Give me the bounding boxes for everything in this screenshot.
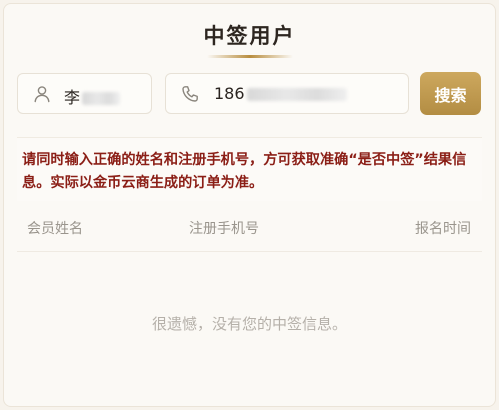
phone-field[interactable]: 186: [165, 73, 409, 114]
search-button[interactable]: 搜索: [420, 72, 481, 115]
user-icon: [34, 86, 50, 103]
page-title: 中签用户: [203, 24, 296, 48]
table-header: 会员姓名 注册手机号 报名时间: [17, 218, 482, 240]
title-underline: [207, 55, 293, 58]
column-member-name: 会员姓名: [27, 221, 83, 237]
column-phone: 注册手机号: [189, 221, 259, 237]
query-card: [3, 3, 496, 407]
phone-value: 186: [214, 84, 245, 103]
name-value: 李: [64, 88, 81, 107]
notice-text: 请同时输入正确的姓名和注册手机号，方可获取准确“是否中签”结果信息。实际以金币云…: [17, 137, 482, 201]
phone-icon: [182, 86, 198, 102]
column-signup-time: 报名时间: [415, 221, 471, 237]
name-field[interactable]: 李: [17, 73, 152, 114]
masked-phone: [246, 88, 347, 101]
empty-state-message: 很遗憾，没有您的中签信息。: [151, 315, 347, 333]
table-divider: [17, 251, 482, 252]
name-input-value: 李: [64, 84, 121, 108]
phone-input-value: 186: [214, 84, 347, 103]
masked-name: [82, 92, 121, 105]
